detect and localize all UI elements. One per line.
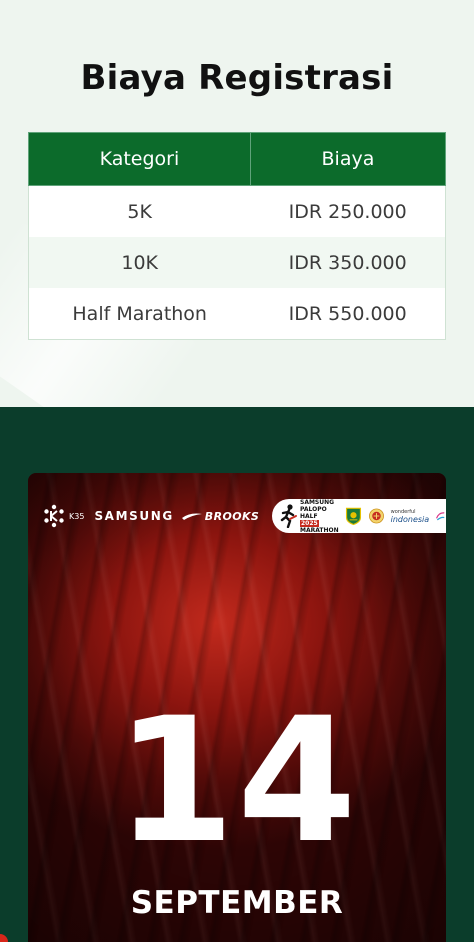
city-emblem-icon <box>368 508 384 524</box>
event-date-day: 14 <box>115 680 359 881</box>
wonderful-indonesia-icon <box>436 512 445 521</box>
fees-table: Kategori Biaya 5K IDR 250.000 10K IDR 35… <box>28 132 447 340</box>
regional-crest-icon <box>345 507 361 526</box>
fees-table-header-row: Kategori Biaya <box>28 132 447 186</box>
registration-fees-section: Biaya Registrasi Kategori Biaya 5K IDR 2… <box>0 0 474 407</box>
wonderful-indonesia-logo: wonderful indonesia <box>391 508 430 524</box>
brooks-swoosh-icon <box>181 513 202 520</box>
partner-logos-pill: SAMSUNG PALOPO HALF 2025 MARATHON wonder… <box>272 499 446 534</box>
palopo-logo-line: SAMSUNG <box>300 498 335 506</box>
palopo-half-marathon-logo: SAMSUNG PALOPO HALF 2025 MARATHON <box>280 499 339 534</box>
event-poster-section: K35 SAMSUNG BROOKS SAMSUNG PALOPO HALF 2… <box>0 407 474 942</box>
event-poster: K35 SAMSUNG BROOKS SAMSUNG PALOPO HALF 2… <box>28 473 446 942</box>
table-row: 10K IDR 350.000 <box>28 237 446 288</box>
k35-logo: K35 <box>42 504 84 528</box>
palopo-logo-line: PALOPO <box>300 505 327 513</box>
runner-icon <box>280 504 297 528</box>
price-cell: IDR 250.000 <box>250 185 446 237</box>
palopo-logo-line: MARATHON <box>300 526 339 534</box>
fees-title: Biaya Registrasi <box>80 58 394 98</box>
column-header-category: Kategori <box>28 132 251 186</box>
event-date-month: SEPTEMBER <box>130 885 344 921</box>
price-cell: IDR 550.000 <box>250 288 446 340</box>
k35-text: K35 <box>69 511 85 521</box>
brooks-text: BROOKS <box>204 509 260 523</box>
palopo-logo-text: SAMSUNG PALOPO HALF 2025 MARATHON <box>300 499 339 534</box>
wonderful-big-text: indonesia <box>390 515 430 524</box>
sponsor-bar: K35 SAMSUNG BROOKS SAMSUNG PALOPO HALF 2… <box>42 499 446 534</box>
corner-indicator-dot <box>0 934 8 942</box>
column-header-price: Biaya <box>249 132 447 186</box>
category-cell: 5K <box>28 185 251 237</box>
palopo-logo-year: 2025 <box>300 519 319 527</box>
k35-icon <box>44 504 64 528</box>
palopo-logo-line: HALF <box>300 512 318 520</box>
samsung-logo: SAMSUNG <box>94 509 174 523</box>
category-cell: Half Marathon <box>28 288 251 340</box>
category-cell: 10K <box>28 237 251 288</box>
table-row: Half Marathon IDR 550.000 <box>28 288 446 340</box>
brooks-logo: BROOKS <box>181 509 260 523</box>
page: Biaya Registrasi Kategori Biaya 5K IDR 2… <box>0 0 474 942</box>
table-row: 5K IDR 250.000 <box>28 185 446 237</box>
price-cell: IDR 350.000 <box>250 237 446 288</box>
